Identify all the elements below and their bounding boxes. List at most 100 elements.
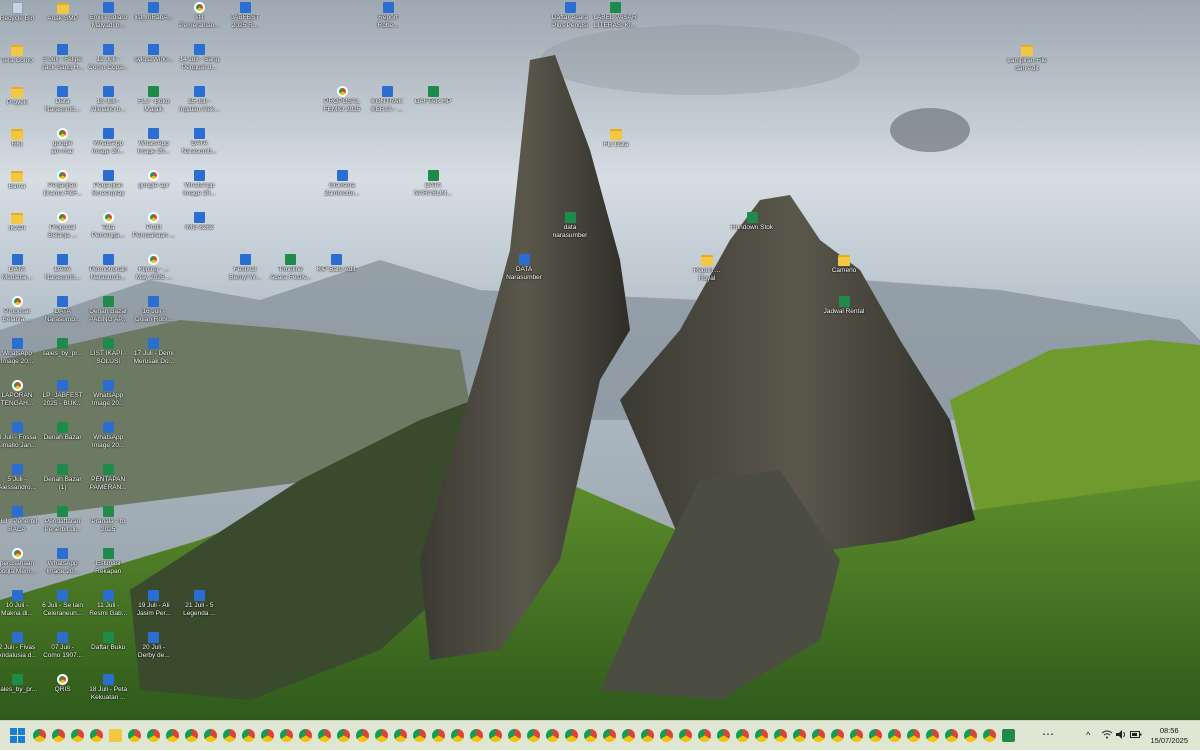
taskbar-chrome-app-icon[interactable] <box>337 729 350 742</box>
desktop-icon[interactable]: 07 Juli - Como 1907... <box>40 632 86 672</box>
desktop-icon[interactable]: LP_JABFEST 2025 - BUK... <box>40 380 86 420</box>
desktop-icon[interactable]: sylos2Wino... <box>131 44 177 84</box>
wifi-icon[interactable] <box>1101 730 1113 742</box>
taskbar-chrome-app-icon[interactable] <box>641 729 654 742</box>
taskbar-chrome-app-icon[interactable] <box>185 729 198 742</box>
desktop-icon[interactable]: 14 Juli - Sang Penguat d... <box>176 44 222 84</box>
taskbar-chrome-app-icon[interactable] <box>717 729 730 742</box>
show-hidden-icons-chevron-icon[interactable]: ^ <box>1086 730 1090 740</box>
desktop-icon[interactable]: WhatsApp Image 20... <box>131 128 177 168</box>
taskbar-chrome-app-icon[interactable] <box>850 729 863 742</box>
taskbar-overflow-button[interactable]: ⋯ <box>1042 727 1054 741</box>
taskbar-chrome-app-icon[interactable] <box>565 729 578 742</box>
taskbar-chrome-app-icon[interactable] <box>299 729 312 742</box>
desktop-icon[interactable]: 16 Juli - Dolan Robi... <box>131 296 177 336</box>
desktop-icon[interactable]: 3 Juli - Felipe Jack Sang H... <box>40 44 86 84</box>
desktop-icon[interactable]: WhatsApp Image 20... <box>176 170 222 210</box>
taskbar-chrome-app-icon[interactable] <box>432 729 445 742</box>
desktop-icon[interactable]: FLJ - Buku Majalk <box>131 86 177 126</box>
taskbar-chrome-app-icon[interactable] <box>926 729 939 742</box>
taskbar-excel-app-icon[interactable] <box>1002 729 1015 742</box>
desktop-icon[interactable]: Proposal Belanja ... <box>40 212 86 252</box>
taskbar-chrome-app-icon[interactable] <box>679 729 692 742</box>
taskbar-chrome-app-icon[interactable] <box>584 729 597 742</box>
desktop-icon[interactable]: Proyek <box>0 86 40 126</box>
taskbar-chrome-app-icon[interactable] <box>831 729 844 742</box>
taskbar-chrome-app-icon[interactable] <box>261 729 274 742</box>
desktop-icon[interactable]: WhatsApp Image 20... <box>85 422 131 462</box>
desktop-icon[interactable]: Jadwal Rental <box>821 296 867 336</box>
desktop-icon[interactable]: WhatsApp Image 20... <box>85 380 131 420</box>
desktop-icon[interactable]: LAPORAN TENGAH... <box>0 380 40 420</box>
taskbar-files-app-icon[interactable] <box>109 729 122 742</box>
desktop-icon[interactable]: 4 Juli - Fossa Limalto Jan... <box>0 422 40 462</box>
desktop-icon[interactable]: PENTAPAN PAMERAN... <box>85 464 131 504</box>
desktop-icon[interactable]: Timeline Acara Festiv... <box>268 254 314 294</box>
desktop-icon[interactable]: Lampiran File dari Adit <box>1004 44 1050 84</box>
desktop-icon[interactable]: Proposal Belanja ... <box>0 296 40 336</box>
desktop-icon[interactable]: google apr <box>131 170 177 210</box>
desktop-icon[interactable]: Recycle Bin <box>0 2 40 42</box>
taskbar-chrome-app-icon[interactable] <box>242 729 255 742</box>
desktop-icon[interactable]: 13 Juli - Alleiakio b... <box>85 86 131 126</box>
taskbar-chrome-app-icon[interactable] <box>698 729 711 742</box>
desktop-icon[interactable]: Daftar Acara Plus Pengisi <box>547 2 593 42</box>
desktop-icon[interactable]: LABEL PASAR LITERASI Kl... <box>592 2 638 42</box>
desktop-icon[interactable]: 21 Juli - 5 Legenda ... <box>176 590 222 630</box>
desktop-icon[interactable]: QRIS <box>40 674 86 714</box>
taskbar-chrome-app-icon[interactable] <box>983 729 996 742</box>
desktop-icon[interactable]: Daftar Buku <box>85 632 131 672</box>
desktop-icon[interactable]: sales_by_pr... <box>40 338 86 378</box>
desktop-icon[interactable]: 2 Juli - Fivas Andalusia d... <box>0 632 40 672</box>
desktop-icon[interactable]: Emili Audiaro Malyadi b... <box>85 2 131 42</box>
desktop-icon[interactable]: DATA Mediafar... <box>0 254 40 294</box>
desktop-icon[interactable]: Profil Perusahaan ... <box>131 212 177 252</box>
taskbar-chrome-app-icon[interactable] <box>470 729 483 742</box>
desktop-icon[interactable]: WhatsApp Image 20... <box>0 338 40 378</box>
desktop-icon[interactable]: list_mRabA... <box>131 2 177 42</box>
desktop-icon[interactable]: Kliping - ... May 2025 ... <box>131 254 177 294</box>
taskbar-chrome-app-icon[interactable] <box>90 729 103 742</box>
desktop-icon[interactable]: Anak SMP <box>40 2 86 42</box>
taskbar-chrome-app-icon[interactable] <box>52 729 65 742</box>
desktop-icon[interactable]: Report Robe... <box>365 2 411 42</box>
desktop-icon[interactable]: RKI <box>0 128 40 168</box>
desktop-icon[interactable]: JABFEST 2025 R... <box>222 2 268 42</box>
taskbar-chrome-app-icon[interactable] <box>508 729 521 742</box>
taskbar-chrome-app-icon[interactable] <box>603 729 616 742</box>
taskbar-chrome-app-icon[interactable] <box>907 729 920 742</box>
desktop-icon[interactable]: IMG 8262 <box>176 212 222 252</box>
desktop-icon[interactable]: KONTRAK KERJA - ... <box>364 86 410 126</box>
desktop-icon[interactable]: Data Narasumb... <box>40 86 86 126</box>
taskbar-chrome-app-icon[interactable] <box>451 729 464 742</box>
desktop-icon[interactable]: WhatsApp Image 20... <box>85 128 131 168</box>
taskbar-chrome-app-icon[interactable] <box>489 729 502 742</box>
taskbar-chrome-app-icon[interactable] <box>945 729 958 742</box>
desktop-icon[interactable]: Perjanjian Drama F&F... <box>40 170 86 210</box>
taskbar-chrome-app-icon[interactable] <box>394 729 407 742</box>
desktop-icon[interactable]: kfit Pemeranian... <box>176 2 222 42</box>
desktop-icon[interactable]: DATA Narasumber <box>501 254 547 294</box>
taskbar-chrome-app-icon[interactable] <box>356 729 369 742</box>
desktop-icon[interactable]: Glaristoa Zambrotto... <box>319 170 365 210</box>
taskbar-chrome-app-icon[interactable] <box>869 729 882 742</box>
desktop-icon[interactable]: Perjanjian Screenplay <box>85 170 131 210</box>
desktop-icon[interactable]: 5 Juli - Alessandro... <box>0 464 40 504</box>
battery-icon[interactable] <box>1130 730 1142 742</box>
desktop-icon[interactable]: Denah Bazar <box>40 422 86 462</box>
taskbar-chrome-app-icon[interactable] <box>546 729 559 742</box>
desktop-icon[interactable]: KIP Baru Adit <box>313 254 359 294</box>
taskbar-chrome-app-icon[interactable] <box>280 729 293 742</box>
desktop-icon[interactable]: 15 Juli - Ingalan Alek... <box>176 86 222 126</box>
desktop-icon[interactable]: Festival Bernyi W... <box>222 254 268 294</box>
desktop-icon[interactable]: google jan-mar <box>40 128 86 168</box>
taskbar-chrome-app-icon[interactable] <box>318 729 331 742</box>
desktop-icon[interactable]: LIST IKAPI - SOLUSI <box>85 338 131 378</box>
taskbar-chrome-app-icon[interactable] <box>166 729 179 742</box>
desktop-icon[interactable]: Estimasi Rekapan <box>85 548 131 588</box>
taskbar-chrome-app-icon[interactable] <box>147 729 160 742</box>
desktop-icon[interactable]: Tata Pemenga... <box>85 212 131 252</box>
taskbar-chrome-app-icon[interactable] <box>964 729 977 742</box>
taskbar-chrome-app-icon[interactable] <box>660 729 673 742</box>
taskbar-chrome-app-icon[interactable] <box>774 729 787 742</box>
